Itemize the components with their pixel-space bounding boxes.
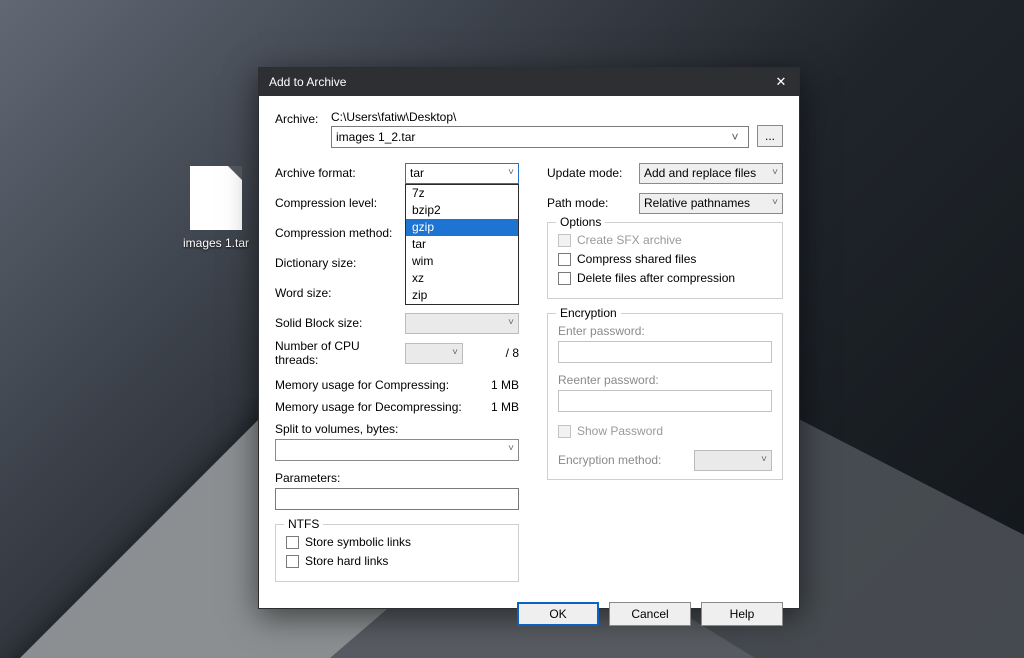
store-symlinks-checkbox[interactable]: Store symbolic links <box>286 535 508 549</box>
solid-block-size-label: Solid Block size: <box>275 316 405 330</box>
split-volumes-label: Split to volumes, bytes: <box>275 422 519 436</box>
archive-label: Archive: <box>275 110 323 126</box>
ok-button[interactable]: OK <box>517 602 599 626</box>
cancel-button[interactable]: Cancel <box>609 602 691 626</box>
chevron-down-icon: ˅ <box>761 454 767 465</box>
create-sfx-checkbox: Create SFX archive <box>558 233 772 247</box>
cpu-threads-label: Number of CPU threads: <box>275 339 405 367</box>
close-icon[interactable]: ✕ <box>773 74 789 90</box>
cpu-threads-select: ˅ <box>405 343 463 364</box>
options-caption: Options <box>556 215 605 229</box>
format-option-gzip[interactable]: gzip <box>406 219 518 236</box>
encryption-caption: Encryption <box>556 306 621 320</box>
path-mode-label: Path mode: <box>547 196 639 210</box>
checkbox-icon <box>558 253 571 266</box>
path-mode-select[interactable]: Relative pathnames ˅ <box>639 193 783 214</box>
parameters-label: Parameters: <box>275 471 519 485</box>
help-button[interactable]: Help <box>701 602 783 626</box>
archive-filename-input[interactable]: images 1_2.tar ˅ <box>331 126 749 148</box>
mem-decompress-label: Memory usage for Decompressing: <box>275 400 469 414</box>
right-column: Update mode: Add and replace files ˅ Pat… <box>547 162 783 582</box>
solid-block-size-select: ˅ <box>405 313 519 334</box>
encryption-method-label: Encryption method: <box>558 453 694 467</box>
store-hardlinks-checkbox[interactable]: Store hard links <box>286 554 508 568</box>
format-option-bzip2[interactable]: bzip2 <box>406 202 518 219</box>
ntfs-caption: NTFS <box>284 517 323 531</box>
split-volumes-input[interactable]: ˅ <box>275 439 519 461</box>
delete-after-checkbox[interactable]: Delete files after compression <box>558 271 772 285</box>
compress-shared-label: Compress shared files <box>577 252 696 266</box>
archive-format-dropdown: 7z bzip2 gzip tar wim xz zip <box>405 184 519 305</box>
desktop-file-icon[interactable]: images 1.tar <box>174 166 258 250</box>
dictionary-size-label: Dictionary size: <box>275 256 405 270</box>
checkbox-icon <box>558 272 571 285</box>
compress-shared-checkbox[interactable]: Compress shared files <box>558 252 772 266</box>
format-option-xz[interactable]: xz <box>406 270 518 287</box>
format-option-7z[interactable]: 7z <box>406 185 518 202</box>
store-hardlinks-label: Store hard links <box>305 554 388 568</box>
archive-format-label: Archive format: <box>275 166 405 180</box>
browse-label: ... <box>765 129 775 143</box>
checkbox-icon <box>558 425 571 438</box>
update-mode-select[interactable]: Add and replace files ˅ <box>639 163 783 184</box>
reenter-password-input[interactable] <box>558 390 772 412</box>
delete-after-label: Delete files after compression <box>577 271 735 285</box>
ntfs-group: NTFS Store symbolic links Store hard lin… <box>275 524 519 582</box>
checkbox-icon <box>286 555 299 568</box>
archive-path-text: C:\Users\fatiw\Desktop\ <box>331 110 749 124</box>
chevron-down-icon[interactable]: ˅ <box>508 443 514 454</box>
word-size-label: Word size: <box>275 286 405 300</box>
chevron-down-icon: ˅ <box>772 167 778 178</box>
chevron-down-icon: ˅ <box>508 167 514 178</box>
update-mode-value: Add and replace files <box>644 166 756 180</box>
archive-format-value: tar <box>410 166 424 180</box>
mem-compress-value: 1 MB <box>469 378 519 392</box>
format-option-wim[interactable]: wim <box>406 253 518 270</box>
chevron-down-icon: ˅ <box>452 347 458 358</box>
help-label: Help <box>730 607 755 621</box>
cpu-threads-total: / 8 <box>463 346 519 360</box>
path-mode-value: Relative pathnames <box>644 196 750 210</box>
archive-filename-value: images 1_2.tar <box>336 130 726 144</box>
enter-password-input[interactable] <box>558 341 772 363</box>
compression-level-label: Compression level: <box>275 196 405 210</box>
add-to-archive-dialog: Add to Archive ✕ Archive: C:\Users\fatiw… <box>258 67 800 609</box>
dialog-title: Add to Archive <box>269 75 346 89</box>
browse-button[interactable]: ... <box>757 125 783 147</box>
show-password-label: Show Password <box>577 424 663 438</box>
chevron-down-icon[interactable]: ˅ <box>726 130 744 144</box>
dialog-body: Archive: C:\Users\fatiw\Desktop\ images … <box>259 96 799 592</box>
chevron-down-icon: ˅ <box>508 317 514 328</box>
titlebar[interactable]: Add to Archive ✕ <box>259 68 799 96</box>
format-option-zip[interactable]: zip <box>406 287 518 304</box>
chevron-down-icon: ˅ <box>772 197 778 208</box>
dialog-button-row: OK Cancel Help <box>259 592 799 640</box>
store-symlinks-label: Store symbolic links <box>305 535 411 549</box>
create-sfx-label: Create SFX archive <box>577 233 682 247</box>
mem-compress-label: Memory usage for Compressing: <box>275 378 469 392</box>
checkbox-icon <box>286 536 299 549</box>
desktop-file-label: images 1.tar <box>174 236 258 250</box>
format-option-tar[interactable]: tar <box>406 236 518 253</box>
cancel-label: Cancel <box>631 607 668 621</box>
mem-decompress-value: 1 MB <box>469 400 519 414</box>
encryption-method-select: ˅ <box>694 450 772 471</box>
checkbox-icon <box>558 234 571 247</box>
show-password-checkbox: Show Password <box>558 424 772 438</box>
update-mode-label: Update mode: <box>547 166 639 180</box>
archive-format-select[interactable]: tar ˅ 7z bzip2 gzip tar wim xz zip <box>405 163 519 184</box>
reenter-password-label: Reenter password: <box>558 373 772 387</box>
desktop-background: images 1.tar Add to Archive ✕ Archive: C… <box>0 0 1024 658</box>
ok-label: OK <box>549 607 566 621</box>
file-icon <box>190 166 242 230</box>
compression-method-label: Compression method: <box>275 226 405 240</box>
parameters-input[interactable] <box>275 488 519 510</box>
options-group: Options Create SFX archive Compress shar… <box>547 222 783 299</box>
left-column: Archive format: tar ˅ 7z bzip2 gzip tar … <box>275 162 519 582</box>
enter-password-label: Enter password: <box>558 324 772 338</box>
encryption-group: Encryption Enter password: Reenter passw… <box>547 313 783 480</box>
